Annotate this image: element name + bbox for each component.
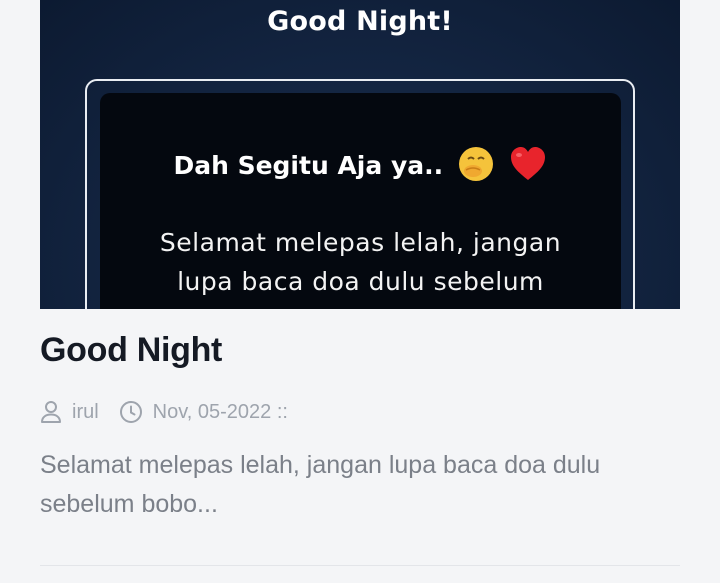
post-excerpt: Selamat melepas lelah, jangan lupa baca … (40, 451, 601, 518)
thumbnail-body-line: Selamat melepas lelah, jangan (159, 228, 562, 257)
thumbnail-title: Good Night! (267, 6, 453, 37)
post-title[interactable]: Good Night (40, 331, 222, 370)
thumbnail-heading: Dah Segitu Aja ya.. (40, 146, 680, 188)
post-author[interactable]: irul (72, 401, 99, 424)
post-meta: irul Nov, 05-2022 :: (40, 397, 288, 427)
post-thumbnail[interactable]: Good Night! Dah Segitu Aja ya.. Selamat … (40, 0, 680, 309)
post-date: Nov, 05-2022 :: (152, 400, 288, 423)
user-icon (40, 400, 62, 424)
thumbnail-body-line: lupa baca doa dulu sebelum (177, 267, 544, 296)
thumbnail-heading-text: Dah Segitu Aja ya.. (173, 151, 444, 180)
thumbnail-body: Selamat melepas lelah, jangan lupa baca … (100, 223, 621, 301)
divider (40, 565, 680, 566)
hand-over-mouth-emoji-icon (458, 146, 494, 188)
clock-icon (119, 400, 143, 424)
red-heart-emoji-icon (509, 146, 547, 188)
